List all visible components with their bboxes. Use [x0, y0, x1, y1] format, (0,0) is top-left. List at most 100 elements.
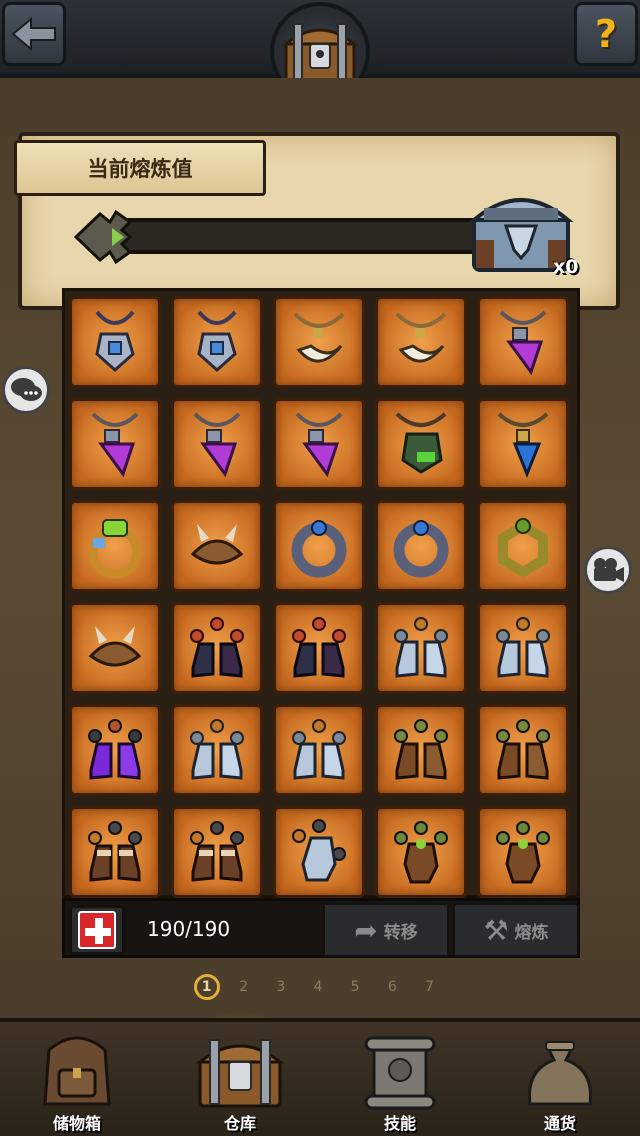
page-indicator: 1 2 3 4 5 6 7	[188, 972, 448, 1002]
inventory-slot[interactable]	[375, 806, 467, 898]
page-number: 2	[239, 979, 249, 995]
page-number: 3	[276, 979, 286, 995]
inventory-slot[interactable]	[69, 602, 161, 694]
nav-tab-currency-label: 通货	[543, 1114, 576, 1133]
inventory-slot[interactable]	[69, 704, 161, 796]
video-button[interactable]	[584, 546, 632, 594]
page-dot-5[interactable]: 5	[337, 973, 374, 1001]
inventory-slot[interactable]	[171, 296, 263, 388]
brown-boots-icon	[190, 821, 244, 882]
leather-glove-icon	[496, 821, 550, 884]
steel-gauntlet-icon	[292, 819, 346, 882]
inventory-footer: 190/190 ➦ 转移 ⚒ 熔炼	[62, 898, 580, 958]
inventory-slot[interactable]	[477, 806, 569, 898]
jade-ring-icon	[498, 518, 548, 578]
inventory-slot[interactable]	[69, 806, 161, 898]
sapphire-ring-icon	[291, 520, 347, 578]
steel-boots-icon	[496, 617, 550, 678]
green-gem-amulet-icon	[395, 412, 447, 474]
inventory-slot[interactable]	[375, 296, 467, 388]
video-camera-icon	[594, 558, 624, 582]
page-dot-6[interactable]: 6	[374, 973, 411, 1001]
expand-capacity-button[interactable]	[69, 905, 125, 955]
backpack-icon	[43, 1036, 111, 1106]
inventory-slot[interactable]	[273, 398, 365, 490]
inventory-slot[interactable]	[375, 602, 467, 694]
inventory-slot[interactable]	[273, 704, 365, 796]
inventory-slot[interactable]	[477, 602, 569, 694]
inventory-grid	[62, 288, 580, 898]
inventory-slot[interactable]	[375, 704, 467, 796]
horned-bracelet-icon	[88, 626, 142, 667]
transfer-button[interactable]: ➦ 转移	[323, 903, 449, 957]
smelt-title: 当前熔炼值	[87, 157, 193, 181]
blue-crystal-pendant-icon	[497, 412, 549, 479]
crossed-hammers-icon: ⚒	[483, 913, 509, 947]
smelt-title-banner: 当前熔炼值	[14, 140, 266, 196]
inventory-slot[interactable]	[477, 398, 569, 490]
inventory-slot[interactable]	[477, 296, 569, 388]
plus-cross-icon	[78, 911, 116, 949]
skill-scroll-icon	[364, 1036, 436, 1110]
inventory-slot[interactable]	[273, 500, 365, 592]
leather-glove-icon	[394, 821, 448, 884]
page-dot-4[interactable]: 4	[299, 973, 336, 1001]
help-button[interactable]: ?	[574, 2, 638, 66]
leather-boots-icon	[496, 719, 550, 780]
arrow-left-icon	[11, 17, 56, 51]
nav-tab-skills-label: 技能	[383, 1114, 416, 1133]
capacity-count: 190/190	[147, 917, 231, 941]
dark-boots-icon	[292, 617, 346, 678]
inventory-slot[interactable]	[375, 398, 467, 490]
chat-button[interactable]	[2, 366, 50, 414]
smelt-progress-bar	[120, 218, 490, 254]
reward-count: x0	[553, 256, 579, 278]
steel-boots-icon	[190, 719, 244, 780]
money-bag-icon	[528, 1041, 592, 1106]
nav-tab-skills[interactable]: 技能	[335, 1018, 465, 1136]
treasure-chest-icon	[195, 1039, 285, 1108]
page-dot-2[interactable]: 2	[225, 973, 262, 1001]
smelt-button[interactable]: ⚒ 熔炼	[453, 903, 579, 957]
chat-bubble-icon	[11, 378, 42, 401]
page-dot-1[interactable]: 1	[188, 973, 225, 1001]
inventory-slot[interactable]	[375, 500, 467, 592]
fang-necklace-icon	[395, 312, 447, 363]
page-number: 5	[350, 979, 360, 995]
inventory-slot[interactable]	[273, 806, 365, 898]
steel-boots-icon	[394, 617, 448, 678]
inventory-slot[interactable]	[477, 500, 569, 592]
inventory-slot[interactable]	[69, 398, 161, 490]
purple-gem-amulet-icon	[193, 412, 241, 478]
horned-bracelet-icon	[190, 524, 244, 565]
arrow-right-icon: ➦	[354, 913, 378, 947]
inventory-slot[interactable]	[69, 296, 161, 388]
purple-boots-icon	[88, 719, 142, 780]
inventory-slot[interactable]	[171, 806, 263, 898]
leather-boots-icon	[394, 719, 448, 780]
nav-tab-storage[interactable]: 储物箱	[12, 1018, 142, 1136]
inventory-slot[interactable]	[171, 704, 263, 796]
inventory-slot[interactable]	[477, 704, 569, 796]
nav-tab-warehouse-label: 仓库	[223, 1114, 256, 1133]
back-button[interactable]	[2, 2, 66, 66]
inventory-slot[interactable]	[69, 500, 161, 592]
progress-spike-icon	[73, 209, 133, 265]
nav-tab-storage-label: 储物箱	[52, 1114, 101, 1133]
inventory-slot[interactable]	[171, 602, 263, 694]
nav-tab-currency[interactable]: 通货	[495, 1018, 625, 1136]
blue-gem-amulet-icon	[95, 310, 135, 373]
purple-gem-amulet-icon	[91, 412, 139, 478]
nav-tab-warehouse[interactable]: 仓库	[175, 1018, 305, 1136]
inventory-slot[interactable]	[273, 296, 365, 388]
inventory-slot[interactable]	[273, 602, 365, 694]
inventory-slot[interactable]	[171, 500, 263, 592]
inventory-slot[interactable]	[171, 398, 263, 490]
page-number: 7	[424, 979, 434, 995]
page-number: 4	[313, 979, 323, 995]
help-icon: ?	[594, 12, 618, 56]
transfer-label: 转移	[383, 922, 418, 943]
page-dot-7[interactable]: 7	[411, 973, 448, 1001]
page-dot-3[interactable]: 3	[262, 973, 299, 1001]
purple-gem-amulet-icon	[295, 412, 343, 478]
